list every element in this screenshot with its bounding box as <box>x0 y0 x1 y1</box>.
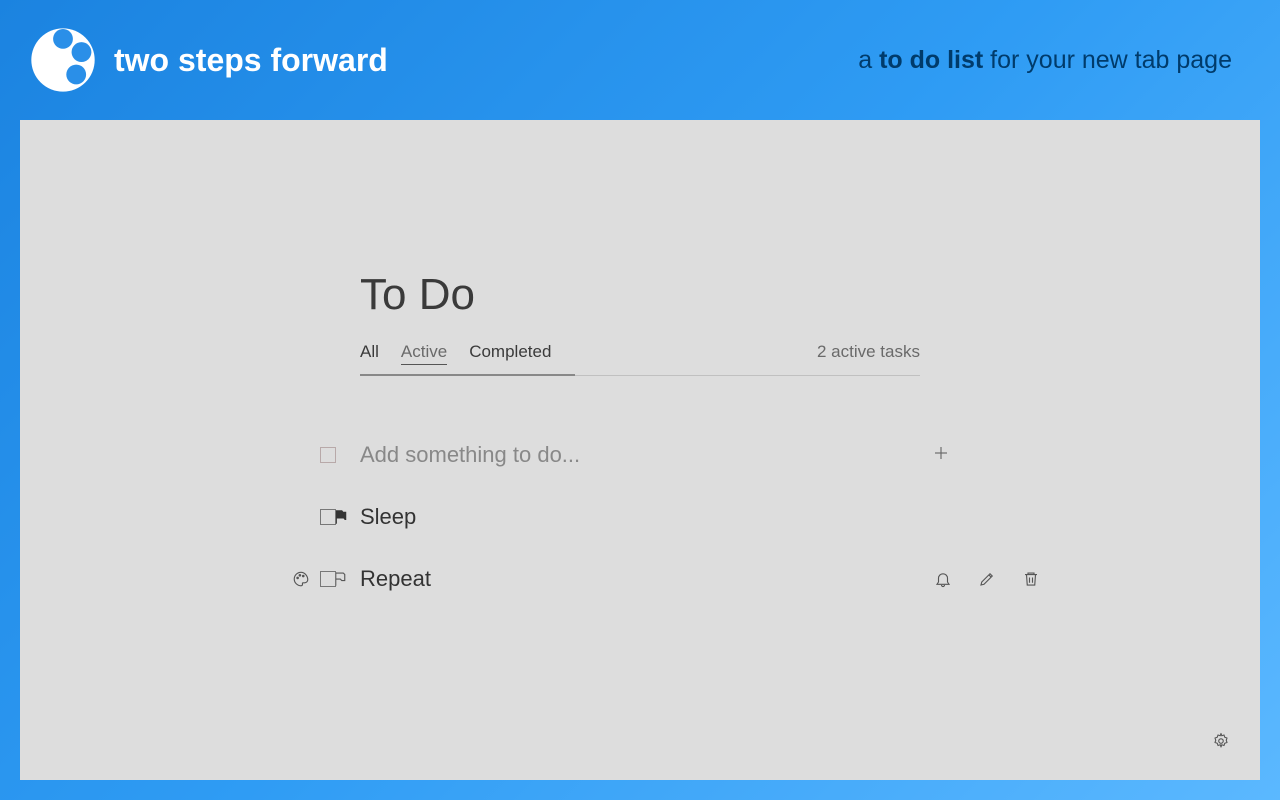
tab-underline <box>360 374 575 376</box>
bell-icon[interactable] <box>934 570 952 588</box>
tagline-suffix: for your new tab page <box>983 46 1232 74</box>
palette-icon[interactable] <box>292 570 310 588</box>
tab-row: All Active Completed 2 active tasks <box>360 342 920 376</box>
new-task-checkbox[interactable] <box>320 447 336 463</box>
brand-block: two steps forward <box>30 27 388 93</box>
new-task-row: Add something to do... <box>360 424 920 486</box>
task-row: Repeat <box>360 548 920 610</box>
plus-icon[interactable] <box>932 442 950 468</box>
app-header: two steps forward a to do list for your … <box>0 0 1280 120</box>
page-title: To Do <box>360 270 920 320</box>
tab-active[interactable]: Active <box>401 342 447 365</box>
task-checkbox[interactable] <box>320 571 336 587</box>
tab-all[interactable]: All <box>360 342 379 365</box>
task-count: 2 active tasks <box>817 342 920 372</box>
tagline-prefix: a <box>858 46 879 74</box>
new-task-input[interactable]: Add something to do... <box>360 442 580 468</box>
content-area: To Do All Active Completed 2 active task… <box>360 270 920 610</box>
edit-icon[interactable] <box>978 570 996 588</box>
task-rows: Add something to do... Sleep <box>360 424 920 610</box>
tagline-bold: to do list <box>879 46 983 74</box>
task-label[interactable]: Sleep <box>360 504 416 530</box>
task-checkbox[interactable] <box>320 509 336 525</box>
tagline: a to do list for your new tab page <box>858 46 1232 75</box>
trash-icon[interactable] <box>1022 570 1040 588</box>
tab-completed[interactable]: Completed <box>469 342 551 365</box>
main-card: To Do All Active Completed 2 active task… <box>20 120 1260 780</box>
logo-icon <box>30 27 96 93</box>
task-row: Sleep <box>360 486 920 548</box>
tabs: All Active Completed <box>360 342 551 375</box>
brand-title: two steps forward <box>114 42 388 79</box>
gear-icon[interactable] <box>1212 732 1230 750</box>
task-label[interactable]: Repeat <box>360 566 431 592</box>
